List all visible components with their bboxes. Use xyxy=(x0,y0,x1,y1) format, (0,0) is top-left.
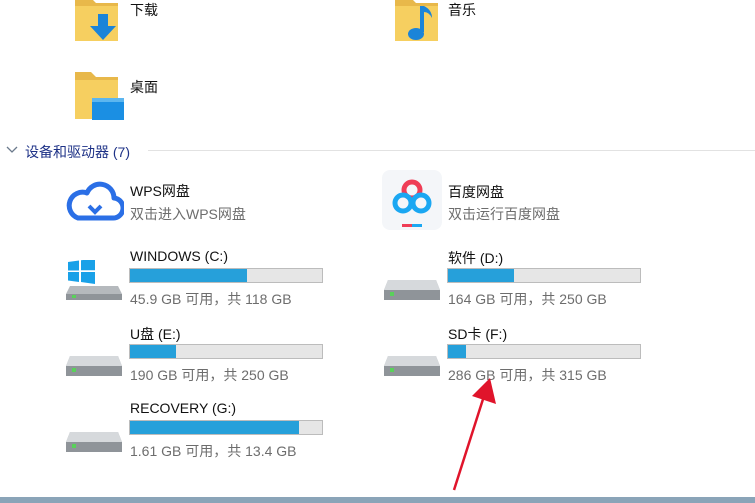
hard-drive-icon xyxy=(66,432,122,452)
group-divider xyxy=(148,150,755,151)
baidu-netdisk-item[interactable]: 百度网盘 双击运行百度网盘 xyxy=(382,170,682,232)
drive-capacity-text: 164 GB 可用，共 250 GB xyxy=(448,291,607,307)
folder-name: 下载 xyxy=(130,2,158,18)
drive-name: 软件 (D:) xyxy=(448,250,504,266)
windows-drive-icon xyxy=(66,260,122,300)
group-title: 设备和驱动器 (7) xyxy=(25,144,130,160)
chevron-down-icon xyxy=(6,146,18,153)
devices-group-header[interactable]: 设备和驱动器 (7) xyxy=(0,140,755,162)
capacity-bar-fill xyxy=(448,345,466,358)
annotation-arrow xyxy=(452,378,496,491)
capacity-bar xyxy=(447,268,641,283)
capacity-bar xyxy=(129,268,323,283)
drive-g[interactable]: RECOVERY (G:) 1.61 GB 可用，共 13.4 GB xyxy=(64,398,354,460)
taskbar-edge xyxy=(0,497,755,503)
app-name: WPS网盘 xyxy=(130,183,190,199)
capacity-bar xyxy=(447,344,641,359)
capacity-bar-fill xyxy=(130,345,177,358)
drive-name: SD卡 (F:) xyxy=(448,326,508,342)
folder-desktop-icon xyxy=(75,72,124,120)
drive-capacity-text: 1.61 GB 可用，共 13.4 GB xyxy=(130,443,297,459)
drive-c[interactable]: WINDOWS (C:) 45.9 GB 可用，共 118 GB xyxy=(64,246,354,308)
folder-name: 音乐 xyxy=(448,2,476,18)
drive-e[interactable]: U盘 (E:) 190 GB 可用，共 250 GB xyxy=(64,322,354,384)
app-name: 百度网盘 xyxy=(448,184,504,200)
capacity-bar-fill xyxy=(448,269,515,282)
drive-name: U盘 (E:) xyxy=(130,326,181,342)
folder-download-icon xyxy=(75,0,118,41)
folder-music-icon xyxy=(395,0,438,41)
folder-music[interactable]: 音乐 xyxy=(392,0,672,50)
capacity-bar xyxy=(129,344,323,359)
drive-name: WINDOWS (C:) xyxy=(130,248,228,264)
hard-drive-icon xyxy=(384,280,440,300)
app-description: 双击进入WPS网盘 xyxy=(130,206,246,222)
drive-d[interactable]: 软件 (D:) 164 GB 可用，共 250 GB xyxy=(382,246,672,308)
drive-name: RECOVERY (G:) xyxy=(130,400,237,416)
wps-cloud-item[interactable]: WPS网盘 双击进入WPS网盘 xyxy=(64,174,354,228)
hard-drive-icon xyxy=(66,356,122,376)
capacity-bar-fill xyxy=(130,269,248,282)
folder-name: 桌面 xyxy=(130,79,158,95)
app-description: 双击运行百度网盘 xyxy=(448,206,560,222)
folder-desktop[interactable]: 桌面 xyxy=(72,64,352,124)
capacity-bar-fill xyxy=(130,421,299,434)
folder-downloads[interactable]: 下载 xyxy=(72,0,352,50)
hard-drive-icon xyxy=(384,356,440,376)
drive-capacity-text: 45.9 GB 可用，共 118 GB xyxy=(130,291,292,307)
wps-cloud-icon xyxy=(66,181,124,221)
drive-capacity-text: 190 GB 可用，共 250 GB xyxy=(130,367,289,383)
capacity-bar xyxy=(129,420,323,435)
baidu-netdisk-icon xyxy=(382,170,442,230)
drive-f[interactable]: SD卡 (F:) 286 GB 可用，共 315 GB xyxy=(382,322,672,384)
